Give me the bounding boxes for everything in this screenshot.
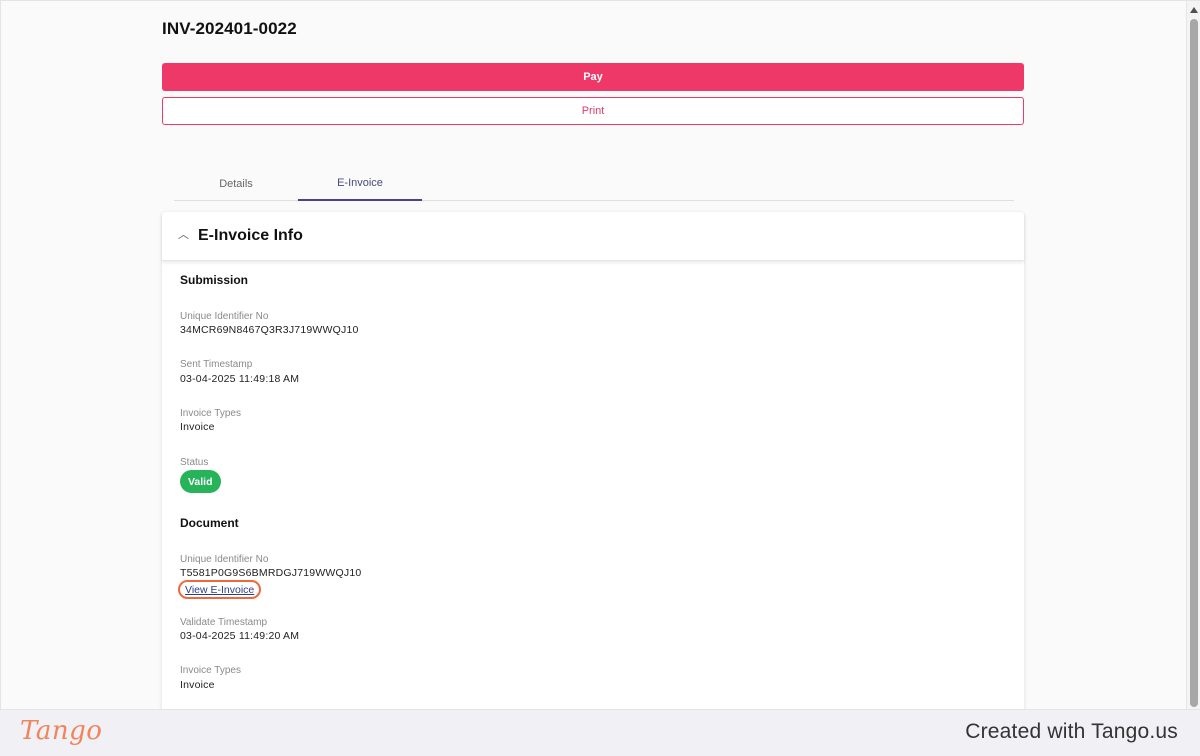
browser-viewport: INV-202401-0022 Pay Print Details E-Invo…	[0, 0, 1200, 710]
document-uid-value: T5581P0G9S6BMRDGJ719WWQJ10	[180, 567, 362, 579]
document-invoice-types-value: Invoice	[180, 679, 215, 691]
submission-invoice-types-value: Invoice	[180, 421, 215, 433]
tango-logo: Tango	[20, 716, 103, 746]
submission-invoice-types-label: Invoice Types	[180, 408, 241, 419]
validate-timestamp-label: Validate Timestamp	[180, 617, 268, 628]
created-with-tango-text: Created with Tango.us	[965, 720, 1178, 743]
sent-timestamp-value: 03-04-2025 11:49:18 AM	[180, 373, 300, 385]
sent-timestamp-label: Sent Timestamp	[180, 359, 253, 370]
submission-uid-value: 34MCR69N8467Q3R3J719WWQJ10	[180, 324, 359, 336]
document-uid-label: Unique Identifier No	[180, 554, 269, 565]
e-invoice-info-title: E-Invoice Info	[198, 227, 303, 244]
scroll-up-arrow-icon[interactable]	[1189, 7, 1198, 13]
tab-details[interactable]: Details	[174, 167, 298, 201]
print-button[interactable]: Print	[162, 97, 1024, 125]
e-invoice-info-header[interactable]: ︿ E-Invoice Info	[162, 212, 1024, 261]
tab-bar: Details E-Invoice	[174, 167, 1014, 201]
chevron-up-icon[interactable]: ︿	[178, 226, 198, 242]
submission-uid-label: Unique Identifier No	[180, 311, 269, 322]
document-invoice-types-label: Invoice Types	[180, 665, 241, 676]
validate-timestamp-value: 03-04-2025 11:49:20 AM	[180, 630, 300, 642]
document-section-title: Document	[180, 516, 239, 530]
e-invoice-info-panel: ︿ E-Invoice Info Submission Unique Ident…	[162, 212, 1024, 709]
tab-e-invoice[interactable]: E-Invoice	[298, 167, 422, 201]
pay-button[interactable]: Pay	[162, 63, 1024, 91]
status-label: Status	[180, 457, 209, 468]
status-badge: Valid	[180, 470, 221, 493]
scrollbar-thumb[interactable]	[1190, 19, 1198, 707]
tango-footer: Tango Created with Tango.us	[0, 710, 1200, 756]
submission-section-title: Submission	[180, 273, 249, 287]
view-e-invoice-link[interactable]: View E-Invoice	[178, 580, 262, 599]
vertical-scrollbar[interactable]	[1186, 1, 1200, 709]
invoice-number-title: INV-202401-0022	[162, 19, 297, 38]
